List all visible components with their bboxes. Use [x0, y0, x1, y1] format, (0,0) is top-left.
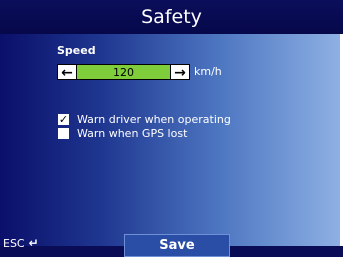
- esc-button[interactable]: ESC ↵: [3, 236, 39, 250]
- speed-increase-button[interactable]: →: [170, 64, 190, 81]
- speed-label: Speed: [57, 44, 96, 57]
- return-arrow-icon: ↵: [28, 236, 39, 250]
- warn-operating-checkbox[interactable]: ✓: [58, 114, 69, 125]
- speed-unit: km/h: [194, 65, 222, 78]
- speed-value: 120: [77, 64, 170, 80]
- speed-decrease-button[interactable]: ←: [57, 64, 77, 81]
- warn-gps-lost-checkbox[interactable]: [58, 128, 69, 139]
- warn-gps-lost-option[interactable]: Warn when GPS lost: [58, 127, 187, 140]
- esc-label: ESC: [3, 236, 25, 250]
- page-title: Safety: [0, 0, 343, 34]
- warn-gps-lost-label: Warn when GPS lost: [77, 127, 188, 140]
- checkmark-icon: ✓: [58, 113, 69, 126]
- safety-screen: Safety Speed ← 120 → km/h ✓ Warn driver …: [0, 0, 343, 257]
- speed-stepper: ← 120 →: [57, 64, 190, 81]
- save-button[interactable]: Save: [124, 234, 230, 257]
- settings-panel: Speed ← 120 → km/h ✓ Warn driver when op…: [0, 34, 340, 246]
- warn-operating-label: Warn driver when operating: [77, 113, 231, 126]
- warn-operating-option[interactable]: ✓ Warn driver when operating: [58, 113, 231, 126]
- right-arrow-icon: →: [174, 65, 186, 81]
- left-arrow-icon: ←: [61, 65, 73, 81]
